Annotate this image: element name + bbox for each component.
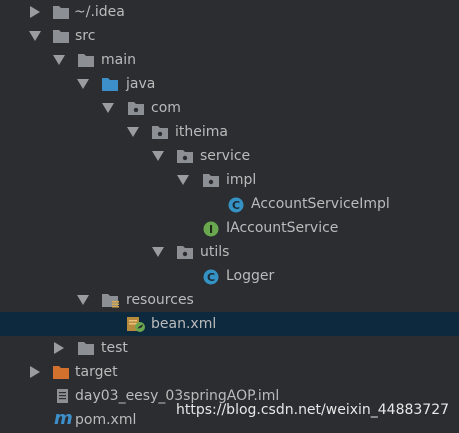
svg-text:C: C xyxy=(232,199,240,212)
expand-arrow-icon[interactable] xyxy=(28,360,42,384)
collapse-arrow-icon[interactable] xyxy=(126,120,140,144)
tree-item-label: resources xyxy=(126,292,194,308)
tree-item-java[interactable]: java xyxy=(0,72,459,96)
tree-item-label: impl xyxy=(226,172,257,188)
tree-item-target[interactable]: target xyxy=(0,360,459,384)
tree-item-label: test xyxy=(101,340,128,356)
tree-item-label: itheima xyxy=(175,124,228,140)
tree-item-label: ~/.idea xyxy=(74,4,125,20)
tree-item-idea[interactable]: ~/.idea xyxy=(0,0,459,24)
tree-item-service[interactable]: service xyxy=(0,144,459,168)
folder-icon xyxy=(77,340,95,356)
tree-item-utils[interactable]: utils xyxy=(0,240,459,264)
collapse-arrow-icon[interactable] xyxy=(76,72,90,96)
class-icon: C xyxy=(228,197,244,213)
tree-item-label: pom.xml xyxy=(75,412,137,428)
collapse-arrow-icon[interactable] xyxy=(151,144,165,168)
package-icon xyxy=(176,244,194,260)
collapse-arrow-icon[interactable] xyxy=(176,168,190,192)
tree-item-label: service xyxy=(200,148,251,164)
tree-item-label: src xyxy=(75,28,96,44)
tree-item-label: utils xyxy=(200,244,230,260)
tree-item-itheima[interactable]: itheima xyxy=(0,120,459,144)
watermark-text: https://blog.csdn.net/weixin_44883727 xyxy=(176,402,450,418)
tree-item-label: target xyxy=(75,364,118,380)
tree-item-label: IAccountService xyxy=(226,220,339,236)
tree-item-label: main xyxy=(101,52,136,68)
package-icon xyxy=(127,100,145,116)
tree-item-bean-xml[interactable]: bean.xml xyxy=(0,312,459,336)
tree-item-label: com xyxy=(151,100,181,116)
tree-item-logger[interactable]: C Logger xyxy=(0,264,459,288)
tree-item-main[interactable]: main xyxy=(0,48,459,72)
spring-xml-icon xyxy=(126,316,145,332)
tree-item-label: AccountServiceImpl xyxy=(251,196,390,212)
collapse-arrow-icon[interactable] xyxy=(151,240,165,264)
excluded-folder-icon xyxy=(52,364,70,380)
source-folder-icon xyxy=(101,76,119,92)
tree-item-test[interactable]: test xyxy=(0,336,459,360)
expand-arrow-icon[interactable] xyxy=(52,336,66,360)
tree-item-impl[interactable]: impl xyxy=(0,168,459,192)
folder-icon xyxy=(77,52,95,68)
tree-item-label: Logger xyxy=(226,268,275,284)
svg-text:I: I xyxy=(209,223,213,236)
package-icon xyxy=(176,148,194,164)
tree-item-account-service-impl[interactable]: C AccountServiceImpl xyxy=(0,192,459,216)
expand-arrow-icon[interactable] xyxy=(28,0,42,24)
tree-item-com[interactable]: com xyxy=(0,96,459,120)
tree-item-label: bean.xml xyxy=(151,316,217,332)
collapse-arrow-icon[interactable] xyxy=(101,96,115,120)
folder-icon xyxy=(52,28,70,44)
project-tree: ~/.idea src main java com itheima servic… xyxy=(0,0,459,432)
maven-icon: m xyxy=(54,408,73,429)
package-icon xyxy=(151,124,169,140)
tree-item-label: java xyxy=(126,76,156,92)
svg-text:C: C xyxy=(207,271,215,284)
class-icon: C xyxy=(203,269,219,285)
tree-item-src[interactable]: src xyxy=(0,24,459,48)
tree-item-iaccount-service[interactable]: I IAccountService xyxy=(0,216,459,240)
resources-folder-icon xyxy=(101,292,119,308)
collapse-arrow-icon[interactable] xyxy=(52,48,66,72)
tree-item-resources[interactable]: resources xyxy=(0,288,459,312)
folder-icon xyxy=(52,4,70,20)
interface-icon: I xyxy=(203,221,219,237)
package-icon xyxy=(202,172,220,188)
collapse-arrow-icon[interactable] xyxy=(76,288,90,312)
collapse-arrow-icon[interactable] xyxy=(28,24,42,48)
module-file-icon xyxy=(56,388,74,404)
